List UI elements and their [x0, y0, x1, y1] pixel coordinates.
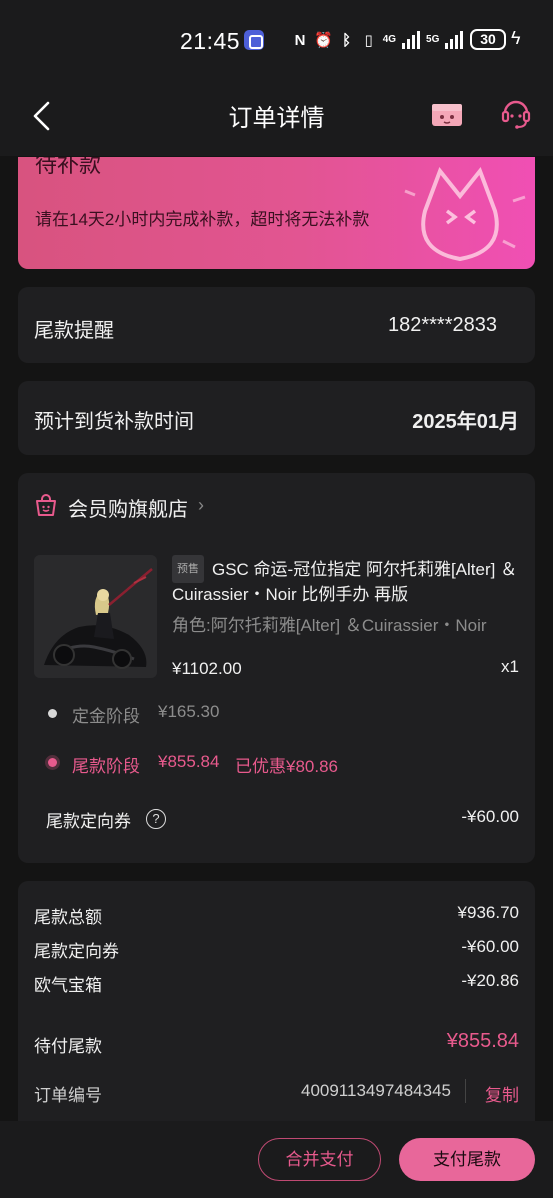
- final-stage-discount: 已优惠¥80.86: [235, 757, 338, 776]
- summary-row-label: 欧气宝箱: [34, 976, 102, 995]
- merge-payment-button[interactable]: 合并支付: [258, 1138, 381, 1181]
- final-stage-value: ¥855.84: [158, 752, 220, 771]
- chevron-right-icon[interactable]: ›: [198, 495, 204, 516]
- help-icon[interactable]: ?: [146, 809, 166, 829]
- coupon-value: -¥60.00: [461, 807, 519, 826]
- deposit-stage-label: 定金阶段: [72, 707, 140, 726]
- product-price: ¥1102.00: [172, 659, 242, 678]
- summary-row-value: -¥20.86: [461, 971, 519, 990]
- presale-tag: 预售: [172, 555, 204, 583]
- divider: [465, 1079, 466, 1103]
- bottom-action-bar: 合并支付 支付尾款: [0, 1121, 553, 1198]
- figure-image: [34, 555, 157, 678]
- vibrate-icon: ▯: [364, 32, 373, 49]
- arrival-time-card: 预计到货补款时间 2025年01月: [18, 381, 535, 455]
- payment-deadline-message: 请在14天2小时内完成补款，超时将无法补款: [35, 210, 370, 229]
- mystery-box-icon[interactable]: [430, 98, 464, 128]
- charging-icon: ϟ: [511, 28, 521, 48]
- product-title-text: GSC 命运-冠位指定 阿尔托莉雅[Alter] ＆Cuirassier・Noi…: [172, 560, 518, 604]
- pay-final-button[interactable]: 支付尾款: [399, 1138, 535, 1181]
- signal-icon: [402, 31, 421, 49]
- network-type-4g: 4G: [382, 34, 397, 45]
- arrival-value: 2025年01月: [412, 411, 519, 433]
- battery-icon: 30: [470, 29, 506, 50]
- deposit-stage-dot: [48, 709, 57, 718]
- customer-service-icon[interactable]: [500, 96, 532, 130]
- reminder-label: 尾款提醒: [34, 320, 114, 342]
- order-number-label: 订单编号: [34, 1086, 102, 1105]
- product-image[interactable]: [34, 555, 157, 678]
- deposit-stage-value: ¥165.30: [158, 702, 220, 721]
- network-type-5g: 5G: [426, 34, 440, 45]
- alarm-icon: ⏰: [314, 32, 333, 49]
- nav-bar: 订单详情: [0, 80, 553, 156]
- amount-due-value: ¥855.84: [446, 1030, 519, 1052]
- summary-row-value: ¥936.70: [457, 903, 519, 922]
- arrival-label: 预计到货补款时间: [34, 411, 194, 433]
- final-stage-label: 尾款阶段: [72, 757, 140, 776]
- status-icons: N ⏰ ᛒ ▯ 4G 5G: [292, 28, 464, 52]
- signal-icon-2: [445, 31, 464, 49]
- reminder-phone: 182****2833: [388, 314, 497, 336]
- final-stage-dot: [48, 758, 57, 767]
- nfc-icon: N: [294, 31, 306, 49]
- product-card: 会员购旗舰店 › 预售 GSC 命运-冠位指定 阿尔托莉雅[Alter] ＆Cui…: [18, 473, 535, 863]
- product-quantity: x1: [501, 657, 519, 676]
- amount-due-label: 待付尾款: [34, 1037, 102, 1056]
- final-payment-reminder-card[interactable]: 尾款提醒 182****2833: [18, 287, 535, 363]
- copy-button[interactable]: 复制: [485, 1081, 519, 1106]
- order-status-banner: 待补款 请在14天2小时内完成补款，超时将无法补款: [18, 157, 535, 269]
- status-time: 21:45: [180, 28, 241, 54]
- summary-row-label: 尾款定向券: [34, 942, 119, 961]
- page-title: 订单详情: [228, 105, 325, 132]
- bluetooth-icon: ᛒ: [342, 31, 352, 49]
- order-number-value: 4009113497484345: [300, 1081, 451, 1100]
- store-name-link[interactable]: 会员购旗舰店: [68, 493, 188, 522]
- app-notification-icon: [244, 30, 264, 50]
- coupon-label: 尾款定向券: [46, 812, 131, 831]
- shopping-bag-icon: [36, 494, 56, 516]
- product-spec: 角色:阿尔托莉雅[Alter] ＆Cuirassier・Noir: [172, 616, 487, 635]
- payment-summary-card: 尾款总额 ¥936.70 尾款定向券 -¥60.00 欧气宝箱 -¥20.86 …: [18, 881, 535, 1141]
- order-status-text: 待补款: [35, 157, 102, 177]
- product-title[interactable]: 预售 GSC 命运-冠位指定 阿尔托莉雅[Alter] ＆Cuirassier・N…: [172, 555, 522, 607]
- mascot-decoration-icon: [404, 167, 526, 262]
- summary-row-value: -¥60.00: [461, 937, 519, 956]
- summary-row-label: 尾款总额: [34, 908, 102, 927]
- status-bar: 21:45 N ⏰ ᛒ ▯ 4G 5G 30 ϟ: [0, 0, 553, 80]
